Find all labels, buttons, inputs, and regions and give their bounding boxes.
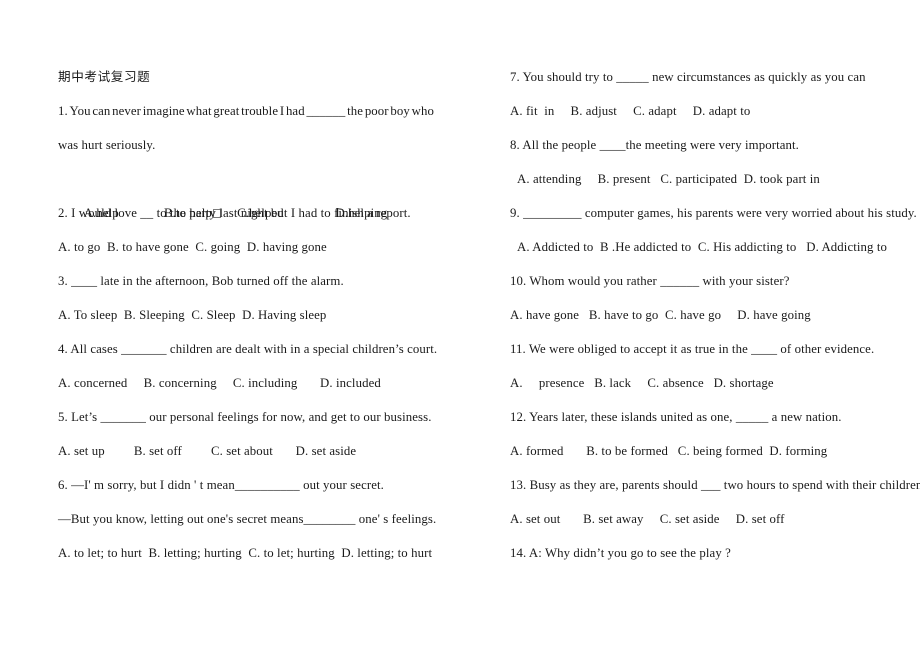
stem-word: had (285, 104, 305, 118)
answer-blank: ______ (306, 104, 346, 118)
question-13-stem: 13. Busy as they are, parents should ___… (510, 478, 920, 492)
question-6-options: A. to let; to hurt B. letting; hurting C… (58, 546, 433, 560)
stem-word: boy (390, 104, 410, 118)
question-1-stem-line-1: 1. You can never imagine what great trou… (58, 94, 434, 128)
question-11-stem: 11. We were obliged to accept it as true… (510, 342, 875, 356)
question-3-stem: 3. ____ late in the afternoon, Bob turne… (58, 274, 344, 288)
question-5-stem: 5. Let’s _______ our personal feelings f… (58, 410, 432, 424)
question-6-stem-line-2: —But you know, letting out one's secret … (58, 512, 437, 526)
question-9-stem: 9. _________ computer games, his parents… (510, 206, 917, 220)
question-14-stem: 14. A: Why didn’t you go to see the play… (510, 546, 731, 560)
question-3-options: A. To sleep B. Sleeping C. Sleep D. Havi… (58, 308, 327, 322)
question-10-options: A. have gone B. have to go C. have go D.… (510, 308, 811, 322)
question-6-stem-line-1: 6. —I' m sorry, but I didn ' t mean_____… (58, 478, 384, 492)
question-2-options: A. to go B. to have gone C. going D. hav… (58, 240, 327, 254)
worksheet-page: 期中考试复习题 1. You can never imagine what gr… (0, 0, 920, 651)
question-13-options: A. set out B. set away C. set aside D. s… (510, 512, 785, 526)
question-4-options: A. concerned B. concerning C. including … (58, 376, 381, 390)
question-10-stem: 10. Whom would you rather ______ with yo… (510, 274, 790, 288)
stem-word: who (411, 104, 434, 118)
stem-word: poor (364, 104, 389, 118)
two-column-body: 期中考试复习题 1. You can never imagine what gr… (0, 60, 920, 570)
question-4-stem: 4. All cases _______ children are dealt … (58, 342, 438, 356)
question-1-stem-line-2: was hurt seriously. (58, 138, 156, 152)
stem-word: the (347, 104, 364, 118)
stem-word: You (69, 104, 91, 118)
question-7-options: A. fit in B. adjust C. adapt D. adapt to (510, 104, 751, 118)
question-8-options: A. attending B. present C. participated … (517, 172, 820, 186)
question-11-options: A. presence B. lack C. absence D. shorta… (510, 376, 774, 390)
stem-word: 1. (58, 104, 68, 118)
question-12-stem: 12. Years later, these islands united as… (510, 410, 842, 424)
question-12-options: A. formed B. to be formed C. being forme… (510, 444, 828, 458)
stem-word: never (112, 104, 142, 118)
question-5-options: A. set up B. set off C. set about D. set… (58, 444, 357, 458)
question-7-stem: 7. You should try to _____ new circumsta… (510, 70, 866, 84)
question-9-options: A. Addicted to B .He addicted to C. His … (517, 240, 887, 254)
page-title: 期中考试复习题 (58, 69, 151, 84)
question-8-stem: 8. All the people ____the meeting were v… (510, 138, 799, 152)
left-column: 期中考试复习题 1. You can never imagine what gr… (58, 60, 488, 570)
stem-word: great (213, 104, 240, 118)
stem-word: what (186, 104, 212, 118)
question-2-stem: 2. I would love __ to the party last nig… (58, 206, 411, 220)
stem-word: I (279, 104, 285, 118)
question-1-options: A.help B.to help C.helped D.helping (58, 162, 488, 220)
stem-word: trouble (241, 104, 279, 118)
right-column: 7. You should try to _____ new circumsta… (510, 60, 920, 570)
stem-word: imagine (142, 104, 185, 118)
stem-word: can (92, 104, 111, 118)
